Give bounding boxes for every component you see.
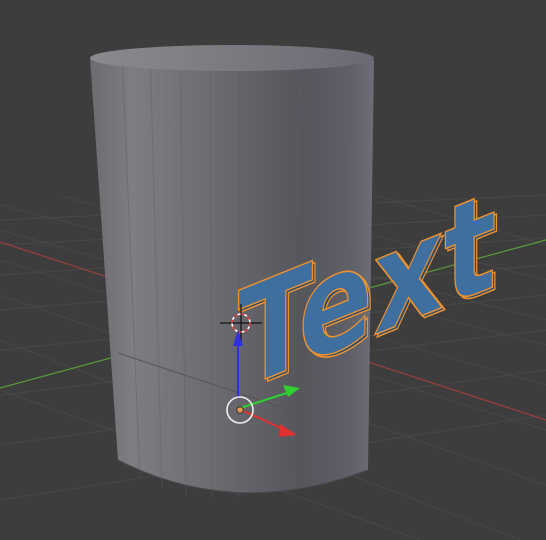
3d-viewport[interactable]: Text Text	[0, 0, 546, 540]
object-origin-icon	[236, 406, 244, 414]
